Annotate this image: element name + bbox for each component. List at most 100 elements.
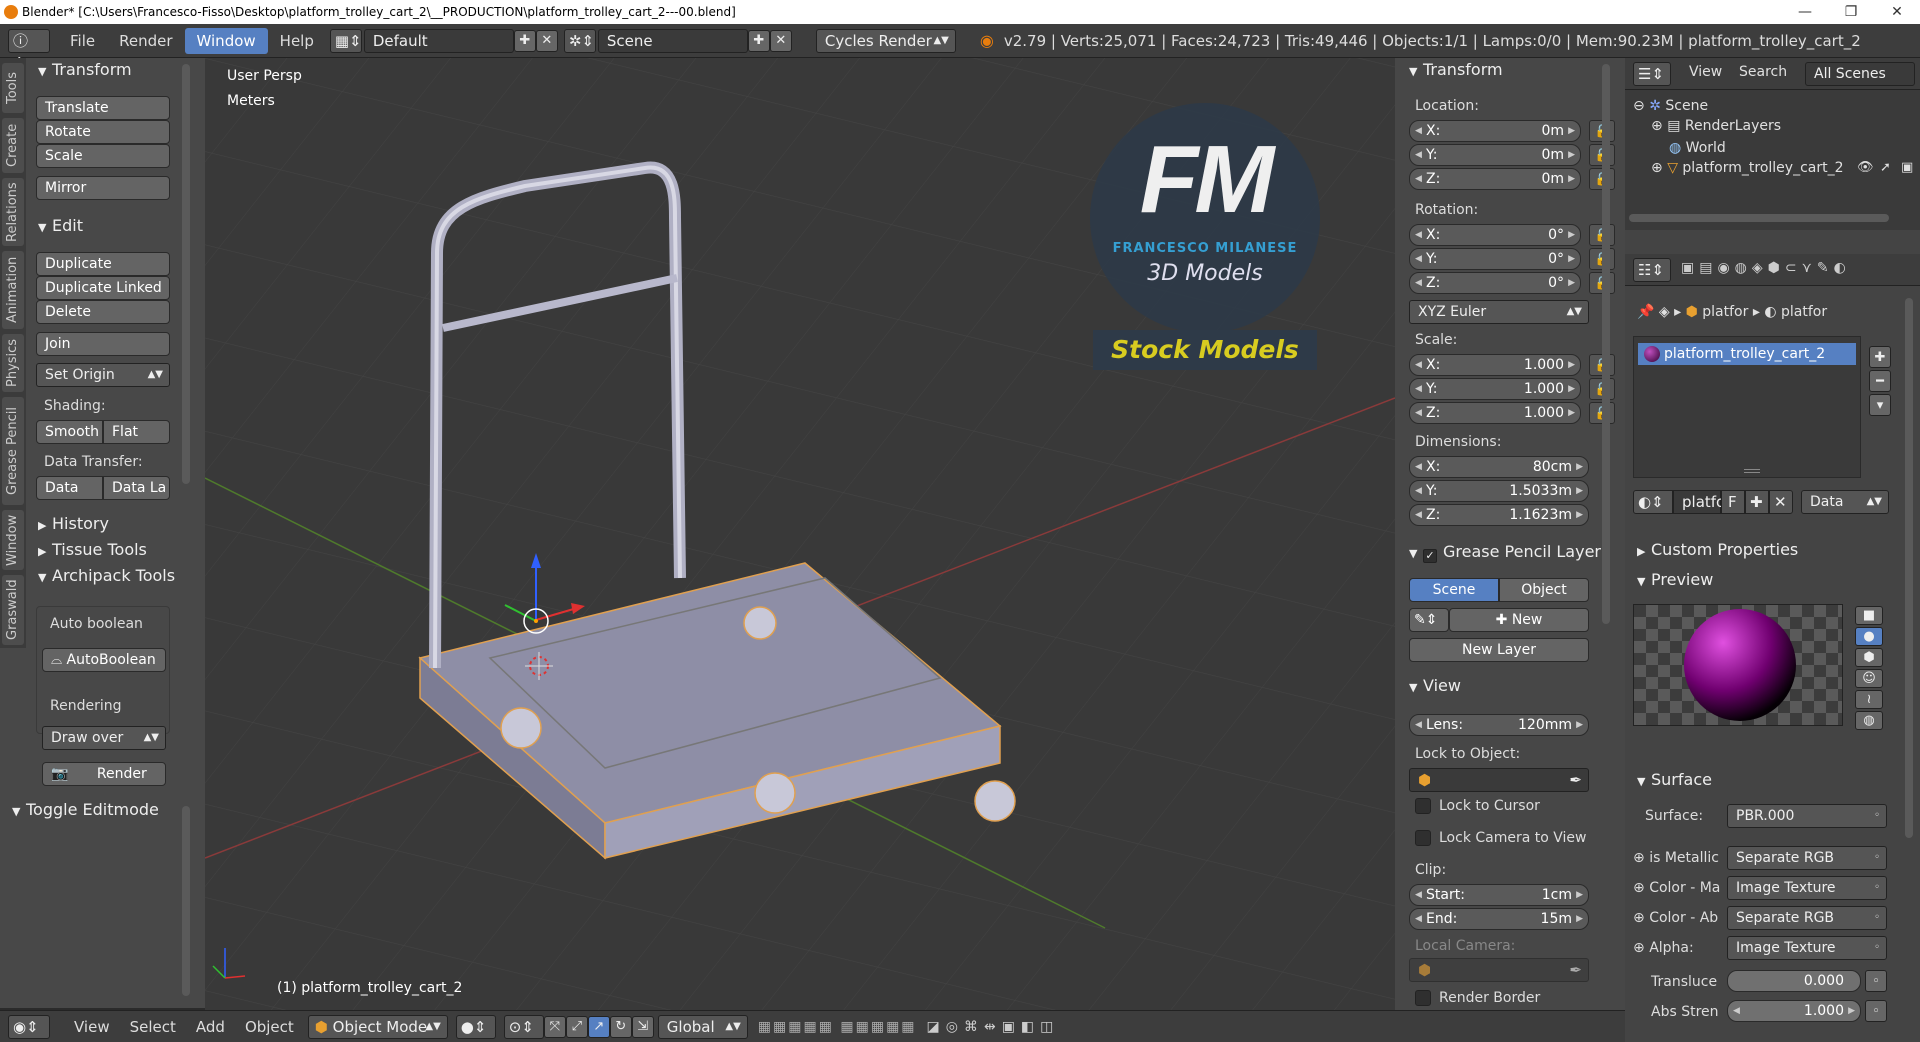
- draw-over-select[interactable]: Draw over ▲▼: [42, 726, 166, 750]
- outliner-item-renderlayers[interactable]: ⊕ ▤ RenderLayers: [1651, 118, 1781, 134]
- rotation-mode-select[interactable]: XYZ Euler ▲▼: [1409, 300, 1589, 324]
- menu-view[interactable]: View: [64, 1018, 120, 1036]
- scene-tab-button[interactable]: Scene: [1409, 578, 1499, 602]
- outliner-item-object[interactable]: ⊕ ▽ platform_trolley_cart_2: [1651, 160, 1851, 176]
- rotate-button[interactable]: Rotate: [36, 120, 170, 144]
- color-ma-input[interactable]: Image Texture ◦: [1727, 876, 1887, 900]
- expand-icon[interactable]: ⊕: [1651, 160, 1667, 176]
- tab-relations[interactable]: Relations: [2, 178, 24, 246]
- remove-scene-icon[interactable]: ✕: [769, 29, 792, 52]
- menu-object[interactable]: Object: [235, 1018, 304, 1036]
- preview-hair-icon[interactable]: ≀: [1855, 690, 1883, 709]
- rotation-z-field[interactable]: ◀ Z: 0° ▶: [1409, 272, 1581, 294]
- minimize-button[interactable]: —: [1782, 0, 1828, 24]
- outliner-item-world[interactable]: ◍ World: [1669, 140, 1726, 156]
- is-metallic-input[interactable]: Separate RGB ◦: [1727, 846, 1887, 870]
- scale-button[interactable]: Scale: [36, 144, 170, 168]
- preview-header[interactable]: ▼ Preview: [1637, 570, 1713, 589]
- render-border-checkbox[interactable]: [1415, 990, 1431, 1006]
- outliner-item-scene[interactable]: ⊖ ✲ Scene: [1633, 98, 1708, 114]
- tab-animation[interactable]: Animation: [2, 251, 24, 329]
- link-data-select[interactable]: Data ▲▼: [1801, 490, 1889, 514]
- join-button[interactable]: Join: [36, 332, 170, 356]
- surface-panel-header[interactable]: ▼ Surface: [1637, 770, 1712, 789]
- editor-type-3dview-button[interactable]: ◉⇕: [8, 1014, 50, 1039]
- menu-file[interactable]: File: [58, 28, 107, 54]
- collapse-icon[interactable]: ⊖: [1633, 98, 1649, 114]
- tool-shelf-scrollbar[interactable]: [182, 64, 190, 484]
- screen-layout-icon[interactable]: ▦⇕: [329, 28, 362, 53]
- pivot-point-icon[interactable]: ⊙⇕: [503, 1014, 544, 1039]
- lock-camera-checkbox[interactable]: [1415, 830, 1431, 846]
- alpha-input[interactable]: Image Texture ◦: [1727, 936, 1887, 960]
- browse-material-icon[interactable]: ◐⇕: [1633, 490, 1673, 514]
- outliner-view-menu[interactable]: View: [1689, 64, 1722, 80]
- duplicate-linked-button[interactable]: Duplicate Linked: [36, 276, 170, 300]
- tab-physics[interactable]: Physics: [2, 334, 24, 392]
- set-origin-select[interactable]: Set Origin ▲▼: [36, 363, 170, 387]
- new-layer-button[interactable]: New Layer: [1409, 638, 1589, 662]
- screen-layout-field[interactable]: Default: [363, 28, 514, 53]
- dimensions-z-field[interactable]: ◀ Z: 1.1623m ▶: [1409, 504, 1589, 526]
- add-scene-icon[interactable]: ✚: [747, 29, 770, 52]
- scale-manipulator-icon[interactable]: ⇲: [631, 1015, 654, 1038]
- flat-button[interactable]: Flat: [103, 420, 170, 444]
- rotate-manipulator-alt-icon[interactable]: ↻: [609, 1015, 632, 1038]
- scale-x-field[interactable]: ◀ X: 1.000 ▶: [1409, 354, 1581, 376]
- editor-type-info-button[interactable]: ⓘ ⇕: [8, 28, 50, 72]
- 3d-viewport[interactable]: User Persp Meters (1) platform_trolley_c…: [205, 58, 1395, 1010]
- abs-strength-field[interactable]: ◀ 1.000 ▶: [1727, 1000, 1861, 1022]
- lens-field[interactable]: ◀ Lens: 120mm ▶: [1409, 714, 1589, 736]
- dimensions-y-field[interactable]: ◀ Y: 1.5033m ▶: [1409, 480, 1589, 502]
- material-name-field[interactable]: platfo: [1673, 490, 1725, 514]
- expand-icon[interactable]: ⊕: [1633, 910, 1649, 926]
- pin-icon[interactable]: 📌: [1637, 304, 1659, 320]
- lock-to-object-field[interactable]: ⬢ ✒: [1409, 768, 1589, 792]
- outliner-search-menu[interactable]: Search: [1739, 64, 1787, 80]
- remove-material-slot-icon[interactable]: ━: [1869, 370, 1891, 392]
- object-tab-button[interactable]: Object: [1499, 578, 1589, 602]
- preview-world-icon[interactable]: ◍: [1855, 711, 1883, 730]
- tab-create[interactable]: Create: [2, 118, 24, 173]
- archipack-section-header[interactable]: ▼ Archipack Tools: [38, 566, 175, 585]
- menu-help[interactable]: Help: [268, 28, 326, 54]
- manipulator-toggle-icon[interactable]: ⤧: [543, 1015, 566, 1038]
- new-material-icon[interactable]: ✚: [1745, 490, 1769, 514]
- fake-user-button[interactable]: F: [1721, 490, 1745, 514]
- tool-shelf-scrollbar-lower[interactable]: [182, 806, 190, 996]
- tissue-tools-section-header[interactable]: ▶ Tissue Tools: [38, 540, 147, 559]
- n-panel-scrollbar[interactable]: [1602, 64, 1610, 624]
- properties-editor-icon[interactable]: ☷⇕: [1633, 258, 1671, 282]
- scene-field[interactable]: Scene: [597, 28, 748, 53]
- clip-start-field[interactable]: ◀ Start: 1cm ▶: [1409, 884, 1589, 906]
- smooth-button[interactable]: Smooth: [36, 420, 103, 444]
- preview-monkey-icon[interactable]: ☺: [1855, 669, 1883, 688]
- location-z-field[interactable]: ◀ Z: 0m ▶: [1409, 168, 1581, 190]
- toggle-editmode-header[interactable]: ▼ Toggle Editmode: [12, 800, 159, 819]
- layer-buttons[interactable]: ▦▦▦▦▦ ▦▦▦▦▦: [758, 1019, 917, 1035]
- data-layers-button[interactable]: Data La: [103, 476, 170, 500]
- preview-sphere-icon[interactable]: ●: [1855, 627, 1883, 646]
- translucence-field[interactable]: 0.000: [1727, 970, 1861, 992]
- expand-icon[interactable]: ⊕: [1633, 880, 1649, 896]
- resize-handle-icon[interactable]: [1744, 469, 1760, 473]
- duplicate-button[interactable]: Duplicate: [36, 252, 170, 276]
- new-grease-pencil-button[interactable]: ✚ New: [1449, 608, 1589, 632]
- eyedropper-icon[interactable]: ✒: [1569, 769, 1582, 791]
- menu-render[interactable]: Render: [107, 28, 184, 54]
- expand-icon[interactable]: ⊕: [1651, 118, 1667, 134]
- render-camera-icon[interactable]: ▣: [1901, 160, 1913, 175]
- translate-manipulator-icon[interactable]: ⤢: [565, 1015, 588, 1038]
- menu-add[interactable]: Add: [186, 1018, 235, 1036]
- properties-scrollbar[interactable]: [1905, 298, 1913, 838]
- material-slot-item[interactable]: platform_trolley_cart_2: [1638, 343, 1856, 365]
- delete-button[interactable]: Delete: [36, 300, 170, 324]
- properties-context-tabs[interactable]: ▣▤◉◍◈⬢⊂⋎✎◐: [1681, 260, 1851, 276]
- autoboolean-button[interactable]: ⌓ AutoBoolean: [42, 648, 166, 672]
- edit-section-header[interactable]: ▼ Edit: [38, 216, 83, 235]
- outliner-h-scrollbar[interactable]: [1629, 214, 1889, 222]
- expand-icon[interactable]: ⊕: [1633, 850, 1649, 866]
- render-engine-select[interactable]: Cycles Render ▲▼: [815, 28, 956, 53]
- tab-window[interactable]: Window: [2, 510, 24, 570]
- translate-button[interactable]: Translate: [36, 96, 170, 120]
